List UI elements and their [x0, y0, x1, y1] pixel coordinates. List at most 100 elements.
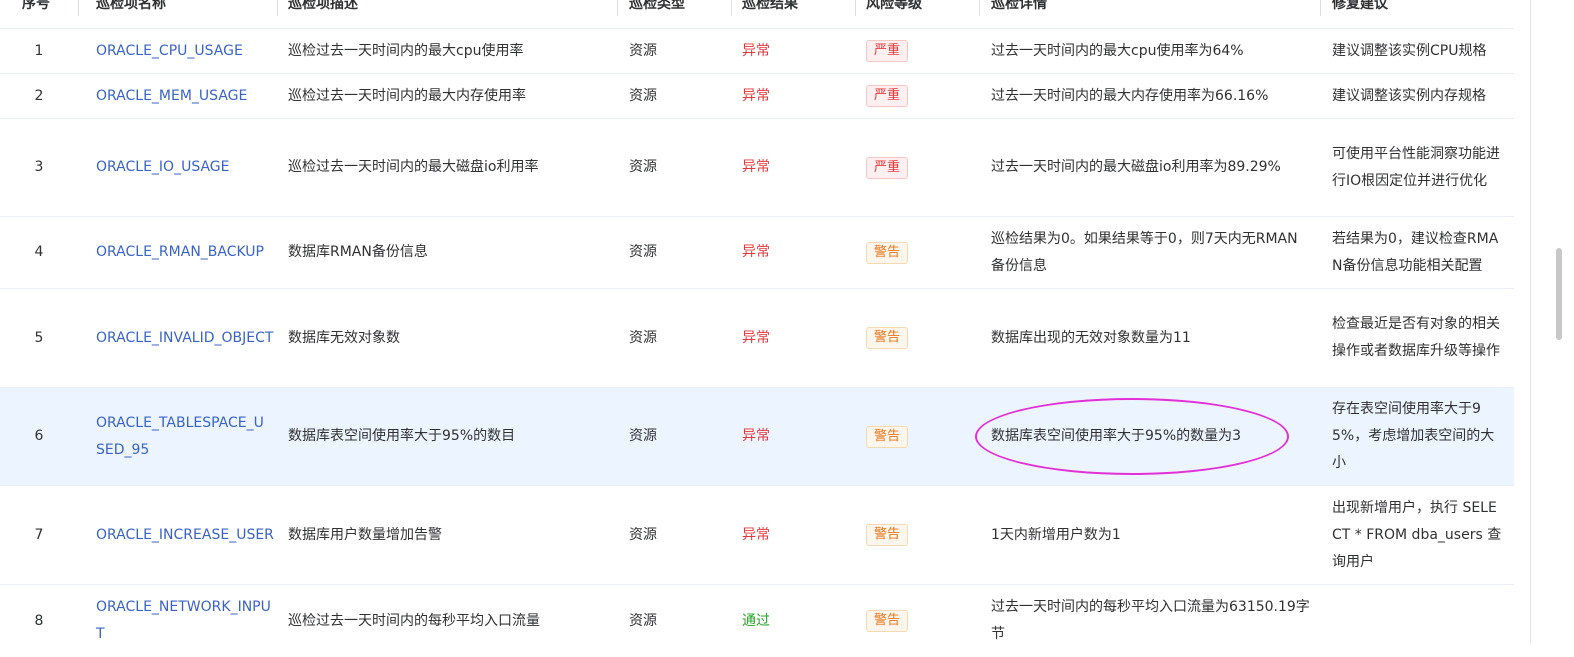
item-fix-cell: 出现新增用户，执行 SELECT * FROM dba_users 查询用户	[1332, 486, 1504, 584]
header-divider	[617, 0, 618, 16]
item-fix-cell: 可使用平台性能洞察功能进行IO根因定位并进行优化	[1332, 119, 1504, 216]
item-fix: 出现新增用户，执行 SELECT * FROM dba_users 查询用户	[1332, 499, 1502, 570]
risk-badge-severe: 严重	[866, 85, 909, 107]
item-detail: 过去一天时间内的每秒平均入口流量为63150.19字节	[991, 599, 1310, 642]
row-index: 3	[34, 159, 44, 175]
item-detail: 过去一天时间内的最大磁盘io利用率为89.29%	[991, 159, 1281, 175]
item-type: 资源	[629, 329, 657, 346]
item-detail-cell: 巡检结果为0。如果结果等于0，则7天内无RMAN备份信息	[991, 217, 1311, 288]
item-name-link[interactable]: ORACLE_NETWORK_INPUT	[96, 594, 271, 648]
item-fix: 可使用平台性能洞察功能进行IO根因定位并进行优化	[1332, 145, 1500, 189]
item-description: 数据库表空间使用率大于95%的数目	[288, 428, 516, 444]
table-row[interactable]: 2 ORACLE_MEM_USAGE 巡检过去一天时间内的最大内存使用率 资源 …	[0, 74, 1514, 119]
risk-cell: 严重	[866, 74, 966, 118]
row-index: 5	[34, 329, 44, 346]
item-fix-cell: 检查最近是否有对象的相关操作或者数据库升级等操作	[1332, 289, 1504, 387]
item-description: 数据库RMAN备份信息	[288, 244, 428, 260]
risk-badge-severe: 严重	[866, 156, 909, 179]
item-type: 资源	[629, 428, 657, 444]
header-fix: 修复建议	[1332, 0, 1388, 12]
item-type: 资源	[629, 87, 657, 104]
risk-cell: 严重	[866, 29, 966, 73]
header-divider	[1320, 0, 1321, 16]
item-description: 巡检过去一天时间内的最大磁盘io利用率	[288, 159, 539, 175]
item-type: 资源	[629, 42, 657, 59]
header-divider	[731, 0, 732, 16]
risk-badge-warning: 警告	[866, 327, 909, 349]
item-fix-cell: 存在表空间使用率大于95%，考虑增加表空间的大小	[1332, 388, 1504, 485]
header-name: 巡检项名称	[96, 0, 166, 12]
item-fix	[1332, 585, 1504, 657]
header-divider	[277, 0, 278, 16]
item-name-cell: ORACLE_TABLESPACE_USED_95	[96, 388, 271, 485]
header-idx: 序号	[22, 0, 50, 12]
row-index: 6	[34, 428, 44, 444]
item-result: 异常	[742, 329, 770, 346]
item-fix-cell: 若结果为0，建议检查RMAN备份信息功能相关配置	[1332, 217, 1504, 288]
item-description: 数据库用户数量增加告警	[288, 526, 442, 543]
item-name-link[interactable]: ORACLE_INCREASE_USER	[96, 486, 274, 584]
item-fix: 检查最近是否有对象的相关操作或者数据库升级等操作	[1332, 316, 1500, 359]
item-result: 异常	[742, 42, 770, 59]
row-index: 7	[34, 526, 44, 543]
item-result: 异常	[742, 244, 770, 260]
row-index: 1	[34, 42, 44, 59]
item-type: 资源	[629, 244, 657, 260]
row-index: 8	[34, 612, 44, 629]
item-result: 通过	[742, 612, 770, 629]
item-result: 异常	[742, 428, 770, 444]
header-risk: 风险等级	[866, 0, 922, 12]
item-name-link[interactable]: ORACLE_INVALID_OBJECT	[96, 289, 273, 387]
item-result: 异常	[742, 87, 770, 104]
item-name-link[interactable]: ORACLE_RMAN_BACKUP	[96, 217, 271, 288]
table-row[interactable]: 3 ORACLE_IO_USAGE 巡检过去一天时间内的最大磁盘io利用率 资源…	[0, 119, 1514, 217]
risk-badge-warning: 警告	[866, 610, 909, 632]
header-divider	[78, 0, 79, 16]
item-name-link[interactable]: ORACLE_IO_USAGE	[96, 119, 271, 216]
risk-cell: 警告	[866, 486, 966, 584]
vertical-scrollbar[interactable]	[1556, 248, 1562, 340]
table-row[interactable]: 7 ORACLE_INCREASE_USER 数据库用户数量增加告警 资源 异常…	[0, 486, 1514, 585]
item-description: 巡检过去一天时间内的每秒平均入口流量	[288, 612, 540, 629]
header-detail: 巡检详情	[991, 0, 1047, 12]
row-index: 4	[34, 244, 44, 260]
item-fix: 若结果为0，建议检查RMAN备份信息功能相关配置	[1332, 230, 1499, 274]
header-result: 巡检结果	[742, 0, 798, 12]
item-detail: 巡检结果为0。如果结果等于0，则7天内无RMAN备份信息	[991, 230, 1298, 274]
item-name-link[interactable]: ORACLE_TABLESPACE_USED_95	[96, 410, 271, 464]
item-detail: 过去一天时间内的最大内存使用率为66.16%	[991, 87, 1269, 104]
item-detail-cell: 过去一天时间内的每秒平均入口流量为63150.19字节	[991, 585, 1311, 657]
item-detail: 过去一天时间内的最大cpu使用率为64%	[991, 42, 1244, 59]
item-description: 巡检过去一天时间内的最大cpu使用率	[288, 42, 524, 59]
table-row[interactable]: 1 ORACLE_CPU_USAGE 巡检过去一天时间内的最大cpu使用率 资源…	[0, 29, 1514, 74]
header-desc: 巡检项描述	[288, 0, 358, 12]
header-divider	[855, 0, 856, 16]
item-result: 异常	[742, 159, 770, 175]
row-index: 2	[34, 87, 44, 104]
item-name-link[interactable]: ORACLE_MEM_USAGE	[96, 74, 271, 118]
annotation-ellipse	[975, 398, 1289, 475]
risk-badge-warning: 警告	[866, 524, 909, 546]
item-fix: 建议调整该实例内存规格	[1332, 87, 1486, 104]
table-row[interactable]: 4 ORACLE_RMAN_BACKUP 数据库RMAN备份信息 资源 异常 警…	[0, 217, 1514, 289]
item-name-link[interactable]: ORACLE_CPU_USAGE	[96, 29, 271, 73]
header-type: 巡检类型	[629, 0, 685, 12]
item-type: 资源	[629, 612, 657, 629]
table-row[interactable]: 8 ORACLE_NETWORK_INPUT 巡检过去一天时间内的每秒平均入口流…	[0, 585, 1514, 657]
risk-cell: 警告	[866, 289, 966, 387]
risk-badge-warning: 警告	[866, 241, 909, 264]
risk-cell: 严重	[866, 119, 966, 216]
item-detail: 数据库出现的无效对象数量为11	[991, 329, 1191, 346]
risk-badge-severe: 严重	[866, 40, 909, 62]
scroll-track	[1530, 0, 1531, 644]
item-description: 巡检过去一天时间内的最大内存使用率	[288, 87, 526, 104]
risk-cell: 警告	[866, 585, 966, 657]
item-name-cell: ORACLE_NETWORK_INPUT	[96, 585, 271, 657]
item-type: 资源	[629, 526, 657, 543]
risk-badge-warning: 警告	[866, 425, 909, 448]
item-fix: 建议调整该实例CPU规格	[1332, 42, 1487, 59]
item-detail: 1天内新增用户数为1	[991, 526, 1121, 543]
item-description: 数据库无效对象数	[288, 329, 400, 346]
table-header: 序号 巡检项名称 巡检项描述 巡检类型 巡检结果 风险等级 巡检详情 修复建议	[0, 0, 1514, 29]
table-row[interactable]: 5 ORACLE_INVALID_OBJECT 数据库无效对象数 资源 异常 警…	[0, 289, 1514, 388]
